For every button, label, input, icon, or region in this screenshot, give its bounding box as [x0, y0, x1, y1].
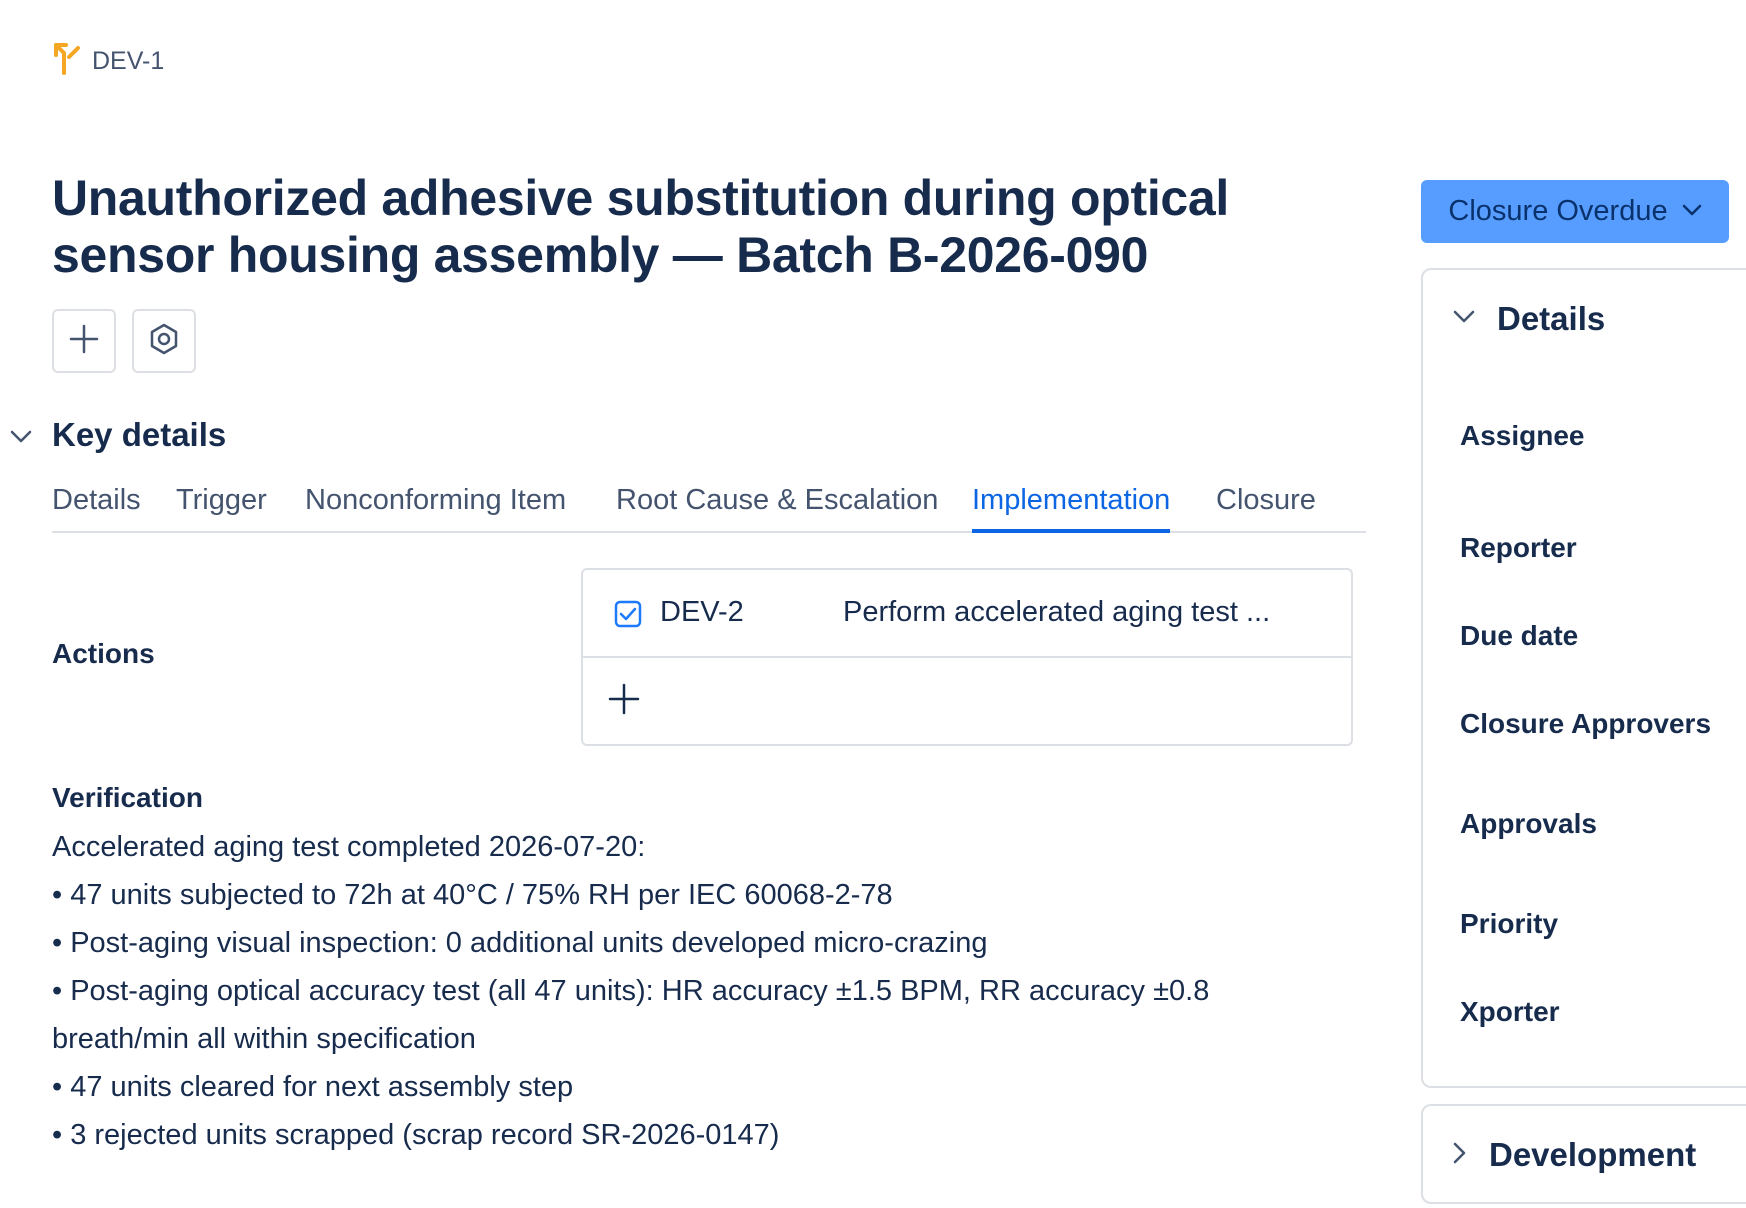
- assignee-label: Assignee: [1460, 420, 1585, 451]
- xporter-label: Xporter: [1460, 996, 1560, 1027]
- tab-trigger[interactable]: Trigger: [176, 480, 267, 533]
- key-details-collapse-toggle[interactable]: [6, 424, 36, 454]
- action-key[interactable]: DEV-2: [660, 596, 744, 629]
- issue-key-text[interactable]: DEV-1: [92, 47, 164, 76]
- tab-implementation[interactable]: Implementation: [972, 480, 1171, 533]
- development-panel-header[interactable]: Development: [1453, 1136, 1696, 1174]
- deviation-branch-icon: [52, 42, 82, 81]
- verification-value[interactable]: Accelerated aging test completed 2026-07…: [52, 823, 1312, 1159]
- plus-icon: [69, 324, 99, 359]
- priority-label: Priority: [1460, 908, 1559, 939]
- verification-line: breath/min all within specification: [52, 1023, 476, 1055]
- verification-line: Accelerated aging test completed 2026-07…: [52, 831, 646, 863]
- tab-root-cause-escalation[interactable]: Root Cause & Escalation: [616, 480, 938, 533]
- action-summary[interactable]: Perform accelerated aging test ...: [843, 596, 1270, 629]
- chevron-down-icon: [1682, 203, 1702, 221]
- chevron-down-icon: [10, 430, 32, 449]
- tab-nonconforming-item[interactable]: Nonconforming Item: [305, 480, 566, 533]
- actions-list: DEV-2 Perform accelerated aging test ...: [581, 568, 1353, 746]
- reporter-label: Reporter: [1460, 532, 1577, 563]
- apps-button[interactable]: [132, 309, 196, 373]
- chevron-right-icon: [1453, 1142, 1467, 1169]
- due-date-label: Due date: [1460, 620, 1579, 651]
- tab-closure[interactable]: Closure: [1216, 480, 1316, 533]
- plus-icon: [607, 683, 641, 720]
- details-panel: Details: [1421, 268, 1746, 1088]
- issue-key-breadcrumb[interactable]: DEV-1: [52, 42, 164, 81]
- development-panel: Development: [1421, 1104, 1746, 1204]
- closure-approvers-label: Closure Approvers: [1460, 708, 1712, 739]
- verification-line: • Post-aging optical accuracy test (all …: [52, 975, 1210, 1007]
- add-button[interactable]: [52, 309, 116, 373]
- verification-line: • 47 units subjected to 72h at 40°C / 75…: [52, 879, 893, 911]
- development-panel-title: Development: [1489, 1136, 1697, 1173]
- status-label: Closure Overdue: [1448, 195, 1668, 227]
- status-dropdown-button[interactable]: Closure Overdue: [1421, 180, 1729, 243]
- list-item[interactable]: DEV-2 Perform accelerated aging test ...: [583, 570, 1351, 658]
- hexagon-settings-icon: [148, 323, 180, 360]
- issue-title[interactable]: Unauthorized adhesive substitution durin…: [52, 170, 1232, 284]
- actions-label: Actions: [52, 638, 155, 669]
- key-details-heading: Key details: [52, 416, 227, 453]
- details-panel-header[interactable]: Details: [1453, 300, 1605, 338]
- task-checkbox-icon: [614, 600, 642, 628]
- chevron-down-icon: [1453, 310, 1475, 329]
- verification-line: • Post-aging visual inspection: 0 additi…: [52, 927, 988, 959]
- approvals-label: Approvals: [1460, 808, 1597, 839]
- tab-details[interactable]: Details: [52, 480, 141, 533]
- verification-line: • 47 units cleared for next assembly ste…: [52, 1071, 574, 1103]
- verification-label: Verification: [52, 782, 203, 813]
- verification-line: • 3 rejected units scrapped (scrap recor…: [52, 1119, 780, 1151]
- add-action-button[interactable]: [607, 682, 641, 716]
- details-panel-title: Details: [1497, 300, 1606, 337]
- key-details-tabs: Details Trigger Nonconforming Item Root …: [52, 480, 1366, 533]
